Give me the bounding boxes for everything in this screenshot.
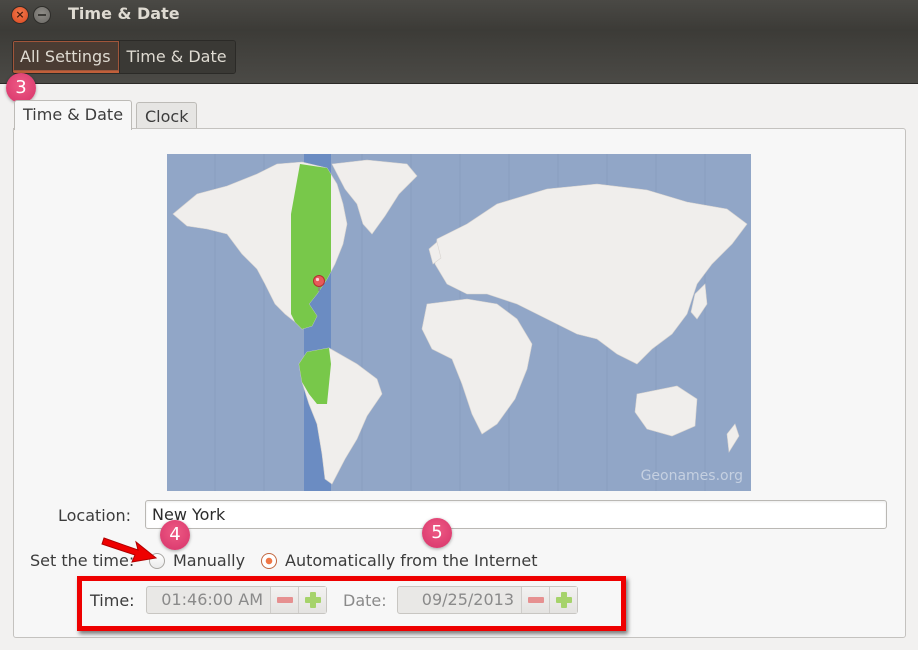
world-map [172, 154, 748, 491]
tab-clock[interactable]: Clock [136, 102, 198, 129]
close-icon[interactable]: × [11, 6, 29, 24]
window-title: Time & Date [68, 4, 180, 23]
time-date-breadcrumb[interactable]: Time & Date [118, 41, 235, 73]
toolbar: All Settings Time & Date [0, 30, 918, 84]
location-input[interactable]: New York [145, 500, 887, 529]
minimize-icon[interactable] [33, 6, 51, 24]
automatic-label[interactable]: Automatically from the Internet [285, 551, 538, 570]
manually-label[interactable]: Manually [173, 551, 245, 570]
step-5-badge: 5 [422, 518, 452, 548]
tab-time-date[interactable]: Time & Date [14, 100, 133, 130]
breadcrumb: All Settings Time & Date [12, 40, 236, 74]
title-bar: × Time & Date [0, 0, 918, 30]
location-label: Location: [58, 506, 132, 525]
automatic-radio[interactable] [261, 553, 277, 569]
highlight-box [77, 576, 626, 631]
step-4-badge: 4 [160, 520, 190, 550]
timezone-map[interactable]: Geonames.org [167, 154, 751, 491]
map-credit: Geonames.org [640, 468, 743, 484]
all-settings-button[interactable]: All Settings [13, 41, 119, 73]
step-3-badge: 3 [6, 73, 36, 103]
arrow-icon [101, 537, 158, 563]
